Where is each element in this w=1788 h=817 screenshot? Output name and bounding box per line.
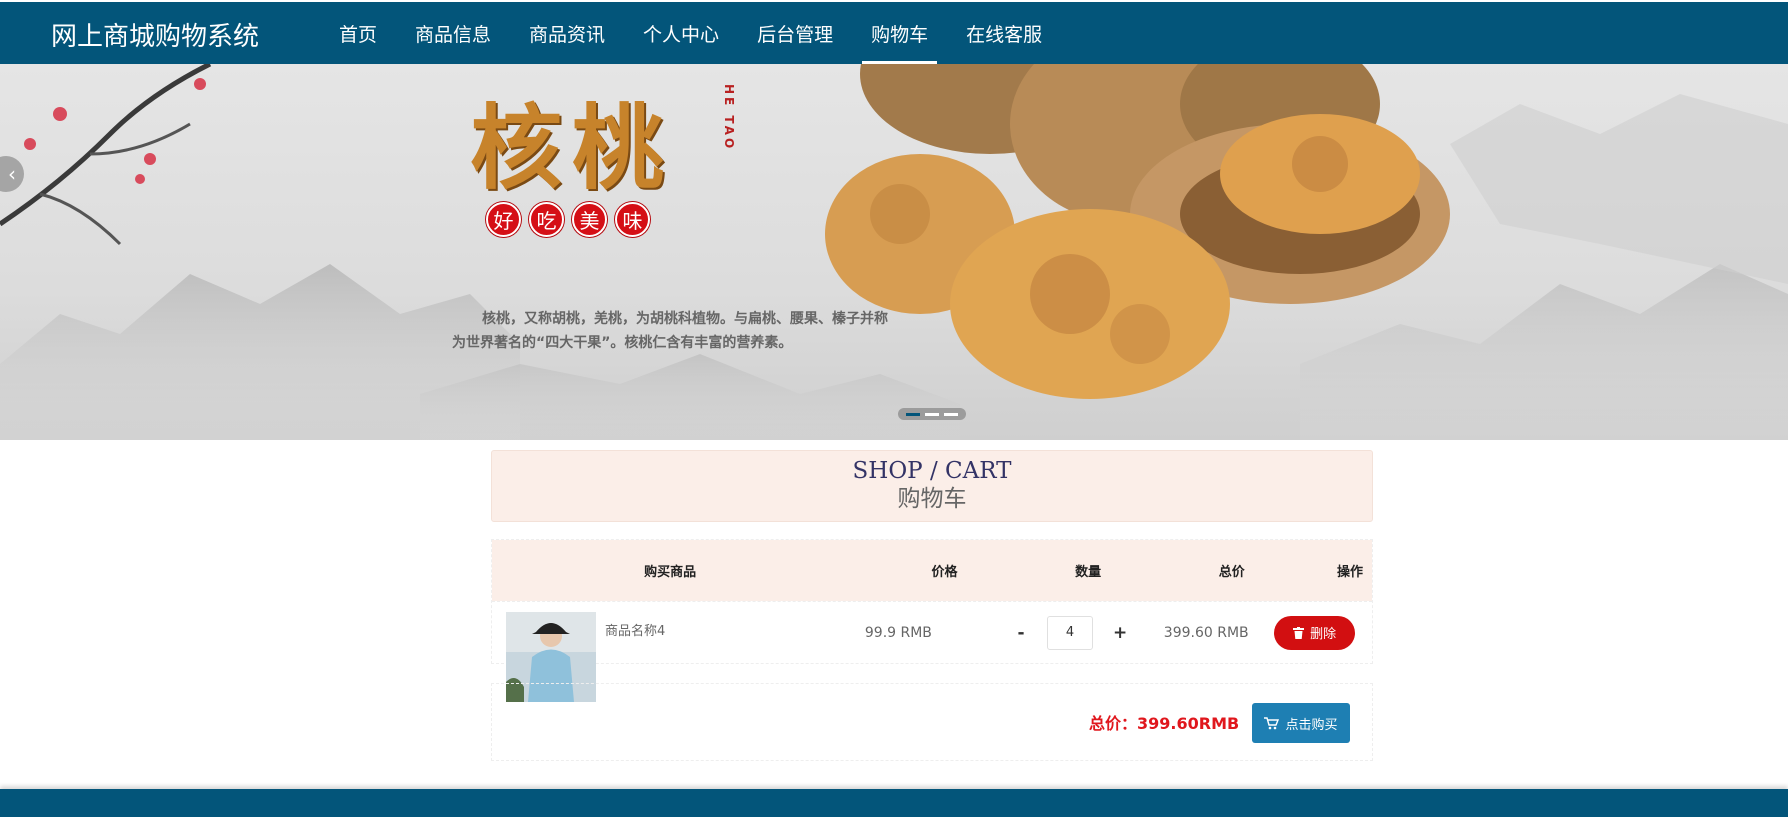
header-price: 价格 xyxy=(931,565,958,580)
nav-item-profile[interactable]: 个人中心 xyxy=(634,2,728,64)
nav-item-support[interactable]: 在线客服 xyxy=(957,2,1051,64)
main-nav: 首页 商品信息 商品资讯 个人中心 后台管理 购物车 在线客服 xyxy=(330,2,1071,64)
carousel-dot-2[interactable] xyxy=(925,412,939,416)
carousel-dot-3[interactable] xyxy=(944,412,958,416)
trash-icon xyxy=(1293,626,1305,639)
chevron-left-icon: ‹ xyxy=(8,162,16,186)
banner-seals: 好 吃 美 味 xyxy=(486,202,650,237)
banner-pinyin: HE TAO xyxy=(722,84,736,152)
seal-badge: 好 xyxy=(486,202,521,237)
nav-item-news[interactable]: 商品资讯 xyxy=(520,2,614,64)
site-title[interactable]: 网上商城购物系统 xyxy=(51,16,259,53)
item-price: 99.9 RMB xyxy=(864,624,932,641)
section-title-en: SHOP / CART xyxy=(852,458,1012,484)
cart-icon xyxy=(1264,716,1280,729)
header-quantity: 数量 xyxy=(1075,565,1102,580)
seal-badge: 美 xyxy=(572,202,607,237)
qty-increase-button[interactable]: + xyxy=(1113,623,1127,643)
banner-title: 核桃 xyxy=(470,94,675,202)
seal-badge: 味 xyxy=(615,202,650,237)
table-row: 商品名称4 99.9 RMB - + 399.60 RMB 删除 xyxy=(492,601,1372,702)
delete-button-label: 删除 xyxy=(1310,627,1337,642)
top-navbar: 网上商城购物系统 首页 商品信息 商品资讯 个人中心 后台管理 购物车 在线客服 xyxy=(0,2,1788,64)
carousel-indicators xyxy=(898,408,966,420)
item-action: 删除 xyxy=(1257,615,1372,650)
buy-button[interactable]: 点击购买 xyxy=(1252,703,1350,743)
qty-decrease-button[interactable]: - xyxy=(1015,623,1027,643)
cart-section-header: SHOP / CART 购物车 xyxy=(491,450,1373,522)
cart-item-product: 商品名称4 xyxy=(492,602,812,702)
item-total: 399.60 RMB xyxy=(1163,624,1249,641)
banner-description: 核桃，又称胡桃，羌桃，为胡桃科植物。与扁桃、腰果、榛子并称为世界著名的“四大干果… xyxy=(452,311,888,351)
walnut-image xyxy=(825,64,1450,399)
grand-total: 总价：399.60RMB xyxy=(1089,714,1240,733)
header-total: 总价 xyxy=(1218,565,1245,580)
quantity-input[interactable] xyxy=(1047,615,1093,650)
cart-summary: 总价：399.60RMB 点击购买 xyxy=(491,683,1373,761)
banner-carousel: ‹ 核桃 HE TAO 好 吃 美 味 核桃，又称胡桃，羌桃，为胡桃科植物。与扁… xyxy=(0,64,1788,440)
nav-item-home[interactable]: 首页 xyxy=(330,2,386,64)
carousel-dot-1[interactable] xyxy=(906,412,920,416)
cart-table: 购买商品 价格 数量 总价 操作 商品名称4 99.9 RMB - + 399.… xyxy=(491,539,1373,702)
nav-item-admin[interactable]: 后台管理 xyxy=(748,2,842,64)
buy-button-label: 点击购买 xyxy=(1285,717,1338,733)
seal-badge: 吃 xyxy=(529,202,564,237)
nav-item-products[interactable]: 商品信息 xyxy=(406,2,500,64)
quantity-stepper: - + xyxy=(985,615,1155,650)
nav-item-cart[interactable]: 购物车 xyxy=(862,2,938,64)
delete-button[interactable]: 删除 xyxy=(1274,615,1356,650)
cart-table-header: 购买商品 价格 数量 总价 操作 xyxy=(492,540,1372,601)
section-title-cn: 购物车 xyxy=(897,486,967,512)
product-name[interactable]: 商品名称4 xyxy=(605,620,665,639)
page-footer xyxy=(0,789,1788,817)
header-action: 操作 xyxy=(1337,565,1364,580)
header-product: 购买商品 xyxy=(644,565,697,580)
